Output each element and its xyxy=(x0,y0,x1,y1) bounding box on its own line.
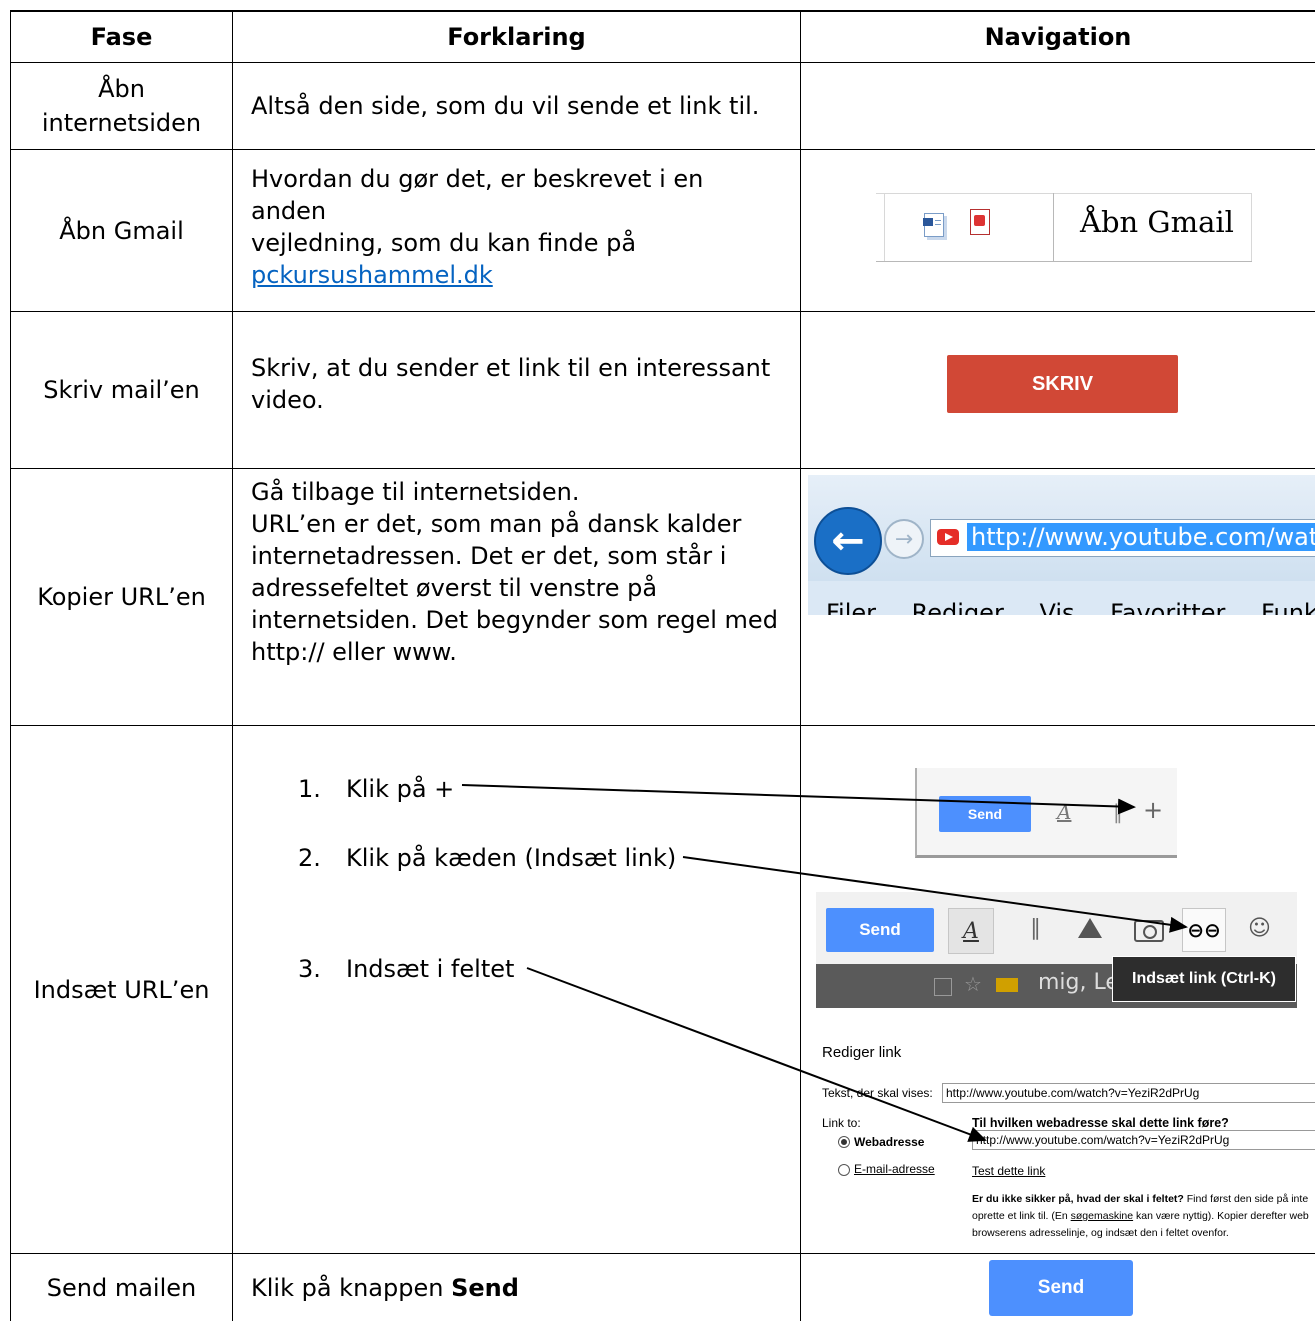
instruction-table: Fase Forklaring Navigation Åbn internets… xyxy=(0,0,1315,1321)
forklaring-cell: Klik på knappen Send xyxy=(251,1273,519,1302)
arrow-to-link xyxy=(682,856,1188,933)
arrow-to-field xyxy=(526,967,987,1142)
arrow-to-plus xyxy=(461,784,1136,815)
send-button[interactable]: Send xyxy=(989,1260,1133,1316)
arrows-overlay xyxy=(461,784,1188,1142)
fase-cell: Send mailen xyxy=(46,1273,197,1302)
